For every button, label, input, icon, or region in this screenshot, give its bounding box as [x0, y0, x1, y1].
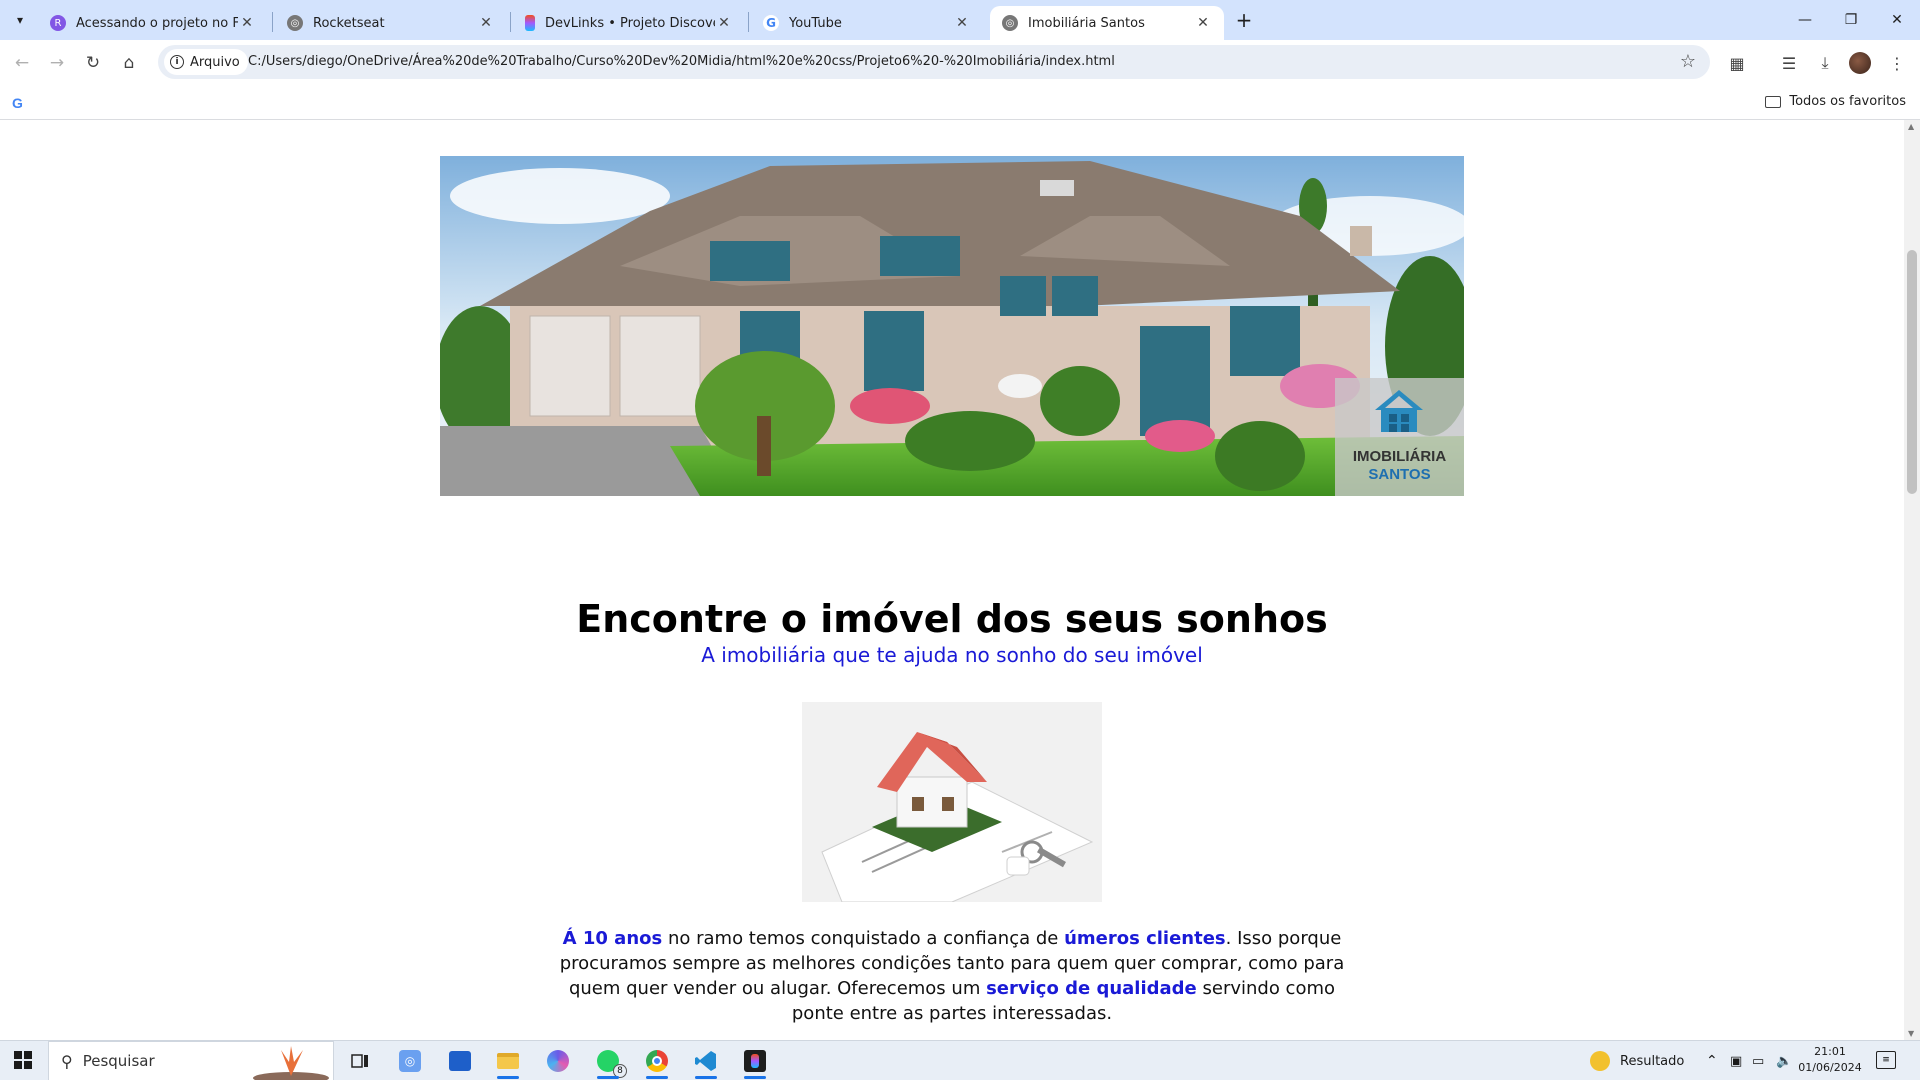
tab-rocketseat[interactable]: ◎ Rocketseat ✕ — [275, 6, 507, 40]
windows-start-icon[interactable] — [14, 1051, 32, 1069]
imobiliaria-santos-logo: IMOBILIÁRIA SANTOS — [1335, 378, 1464, 496]
all-bookmarks-button[interactable]: Todos os favoritos — [1765, 94, 1906, 109]
folder-icon — [1765, 95, 1782, 108]
house-model-keys-image — [802, 702, 1102, 902]
tab-search-chevron-icon[interactable]: ▾ — [8, 8, 32, 32]
close-icon[interactable]: ✕ — [715, 15, 733, 31]
about-paragraph: Á 10 anos no ramo temos conquistado a co… — [552, 926, 1352, 1026]
media-control-icon[interactable]: ☰ — [1776, 50, 1802, 76]
tab-separator — [748, 12, 749, 32]
logo-house-icon — [1375, 390, 1423, 432]
browser-toolbar: ← → ↻ ⌂ i Arquivo C:/Users/diego/OneDriv… — [0, 40, 1920, 86]
highlight-years: Á 10 anos — [562, 928, 663, 949]
house-model-illustration — [802, 702, 1102, 902]
tray-devices-icon[interactable]: ▣ — [1730, 1041, 1742, 1080]
weather-widget[interactable]: Resultado — [1590, 1041, 1684, 1080]
forward-arrow-icon[interactable]: → — [43, 49, 71, 77]
minimize-icon[interactable]: — — [1782, 6, 1828, 34]
scrollbar-thumb[interactable] — [1907, 250, 1917, 494]
scroll-down-arrow-icon[interactable]: ▼ — [1908, 1029, 1914, 1038]
copilot-icon[interactable] — [543, 1047, 573, 1075]
restore-icon[interactable]: ❐ — [1828, 6, 1874, 34]
search-placeholder: Pesquisar — [82, 1052, 155, 1070]
close-icon[interactable]: ✕ — [953, 15, 971, 31]
file-explorer-icon[interactable] — [493, 1047, 523, 1079]
rocketseat-icon: R — [50, 15, 66, 31]
microsoft-store-icon[interactable] — [445, 1047, 475, 1075]
vscode-icon[interactable] — [691, 1047, 721, 1079]
task-view-icon[interactable] — [345, 1047, 375, 1075]
tab-figma-project[interactable]: R Acessando o projeto no Figma ✕ — [38, 6, 268, 40]
google-icon: G — [763, 15, 779, 31]
tab-separator — [510, 12, 511, 32]
windows-taskbar: ⚲ Pesquisar ◎ 8 Resultado ⌃ ▣ ▭ 🔈 21:01 … — [0, 1040, 1920, 1080]
battery-icon[interactable]: ▭ — [1752, 1041, 1764, 1080]
tab-strip: ▾ R Acessando o projeto no Figma ✕ ◎ Roc… — [0, 0, 1920, 40]
figma-app-icon[interactable] — [740, 1047, 770, 1079]
hero-house-image: IMOBILIÁRIA SANTOS — [440, 156, 1464, 496]
tab-separator — [272, 12, 273, 32]
kebab-menu-icon[interactable]: ⋮ — [1884, 50, 1910, 76]
tab-title: Acessando o projeto no Figma — [76, 15, 238, 31]
extensions-puzzle-icon[interactable]: ▦ — [1724, 50, 1750, 76]
all-bookmarks-label: Todos os favoritos — [1789, 94, 1906, 109]
reload-icon[interactable]: ↻ — [79, 49, 107, 77]
tab-title: Imobiliária Santos — [1028, 15, 1145, 31]
scroll-up-arrow-icon[interactable]: ▲ — [1908, 122, 1914, 131]
download-icon[interactable]: ⤓ — [1812, 50, 1838, 76]
globe-icon: ◎ — [287, 15, 303, 31]
paragraph-text: no ramo temos conquistado a confiança de — [662, 928, 1065, 949]
tab-title: YouTube — [789, 15, 842, 31]
page-subheadline: A imobiliária que te ajuda no sonho do s… — [701, 643, 1203, 667]
weather-icon — [1590, 1051, 1610, 1071]
logo-text-line2: SANTOS — [1368, 466, 1431, 483]
url-text[interactable]: C:/Users/diego/OneDrive/Área%20de%20Trab… — [248, 54, 1115, 69]
close-icon[interactable]: ✕ — [477, 15, 495, 31]
notification-center-icon[interactable]: ≡ — [1876, 1051, 1896, 1069]
page-headline: Encontre o imóvel dos seus sonhos — [576, 597, 1328, 641]
address-bar[interactable]: i Arquivo C:/Users/diego/OneDrive/Área%2… — [158, 45, 1710, 79]
close-icon[interactable]: ✕ — [1194, 15, 1212, 31]
highlight-clients: úmeros clientes — [1064, 928, 1226, 949]
info-icon: i — [170, 55, 184, 69]
globe-icon: ◎ — [1002, 15, 1018, 31]
site-info-chip[interactable]: i Arquivo — [164, 49, 248, 75]
tray-chevron-up-icon[interactable]: ⌃ — [1706, 1041, 1718, 1080]
home-icon[interactable]: ⌂ — [115, 49, 143, 77]
search-highlight-illustration-icon — [253, 1046, 329, 1080]
tab-imobiliaria-santos[interactable]: ◎ Imobiliária Santos ✕ — [990, 6, 1224, 40]
figma-icon — [525, 15, 535, 31]
page-scrollbar[interactable]: ▲ ▼ — [1904, 120, 1920, 1040]
site-chip-label: Arquivo — [190, 54, 240, 70]
tab-title: Rocketseat — [313, 15, 385, 31]
tab-title: DevLinks • Projeto Discover ( — [545, 15, 715, 31]
page-viewport: IMOBILIÁRIA SANTOS Encontre o imóvel dos… — [0, 120, 1920, 1040]
weather-label: Resultado — [1620, 1053, 1685, 1069]
profile-avatar[interactable] — [1849, 52, 1871, 74]
clock-time: 21:01 — [1814, 1045, 1846, 1058]
bookmark-star-icon[interactable]: ☆ — [1680, 51, 1696, 72]
new-tab-plus-icon[interactable]: + — [1232, 8, 1256, 32]
back-arrow-icon[interactable]: ← — [8, 49, 36, 77]
logo-text-line1: IMOBILIÁRIA — [1352, 448, 1447, 465]
search-icon: ⚲ — [61, 1051, 73, 1071]
taskbar-search-box[interactable]: ⚲ Pesquisar — [48, 1041, 334, 1080]
house-illustration — [440, 156, 1464, 496]
close-icon[interactable]: ✕ — [238, 15, 256, 31]
window-close-icon[interactable]: ✕ — [1874, 6, 1920, 34]
tab-devlinks[interactable]: DevLinks • Projeto Discover ( ✕ — [513, 6, 745, 40]
app-launcher-icon[interactable]: ◎ — [395, 1047, 425, 1075]
bookmarks-bar: G Todos os favoritos — [0, 86, 1920, 120]
system-clock[interactable]: 21:01 01/06/2024 — [1790, 1044, 1870, 1076]
chrome-icon[interactable] — [642, 1047, 672, 1079]
google-icon[interactable]: G — [12, 95, 28, 111]
tab-youtube[interactable]: G YouTube ✕ — [751, 6, 983, 40]
whatsapp-badge: 8 — [613, 1064, 627, 1078]
whatsapp-icon[interactable]: 8 — [593, 1047, 627, 1079]
highlight-quality: serviço de qualidade — [986, 978, 1197, 999]
clock-date: 01/06/2024 — [1798, 1061, 1862, 1074]
